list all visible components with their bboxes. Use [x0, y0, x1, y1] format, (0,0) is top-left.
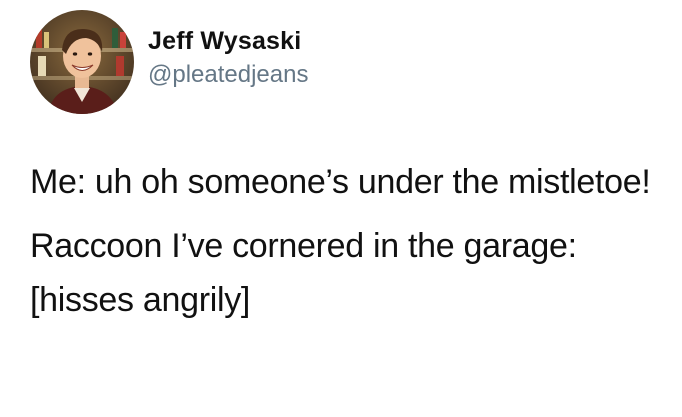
- tweet-body: Me: uh oh someone’s under the mistletoe!…: [30, 155, 670, 327]
- tweet-paragraph-1: Me: uh oh someone’s under the mistletoe!: [30, 163, 651, 201]
- user-avatar-icon: [30, 10, 134, 114]
- author-handle[interactable]: @pleatedjeans: [148, 60, 308, 90]
- tweet-card: Jeff Wysaski @pleatedjeans Me: uh oh som…: [0, 0, 682, 417]
- avatar[interactable]: [30, 10, 134, 114]
- tweet-paragraph-2: Raccoon I’ve cornered in the garage: [hi…: [30, 227, 577, 319]
- author-display-name[interactable]: Jeff Wysaski: [148, 26, 301, 56]
